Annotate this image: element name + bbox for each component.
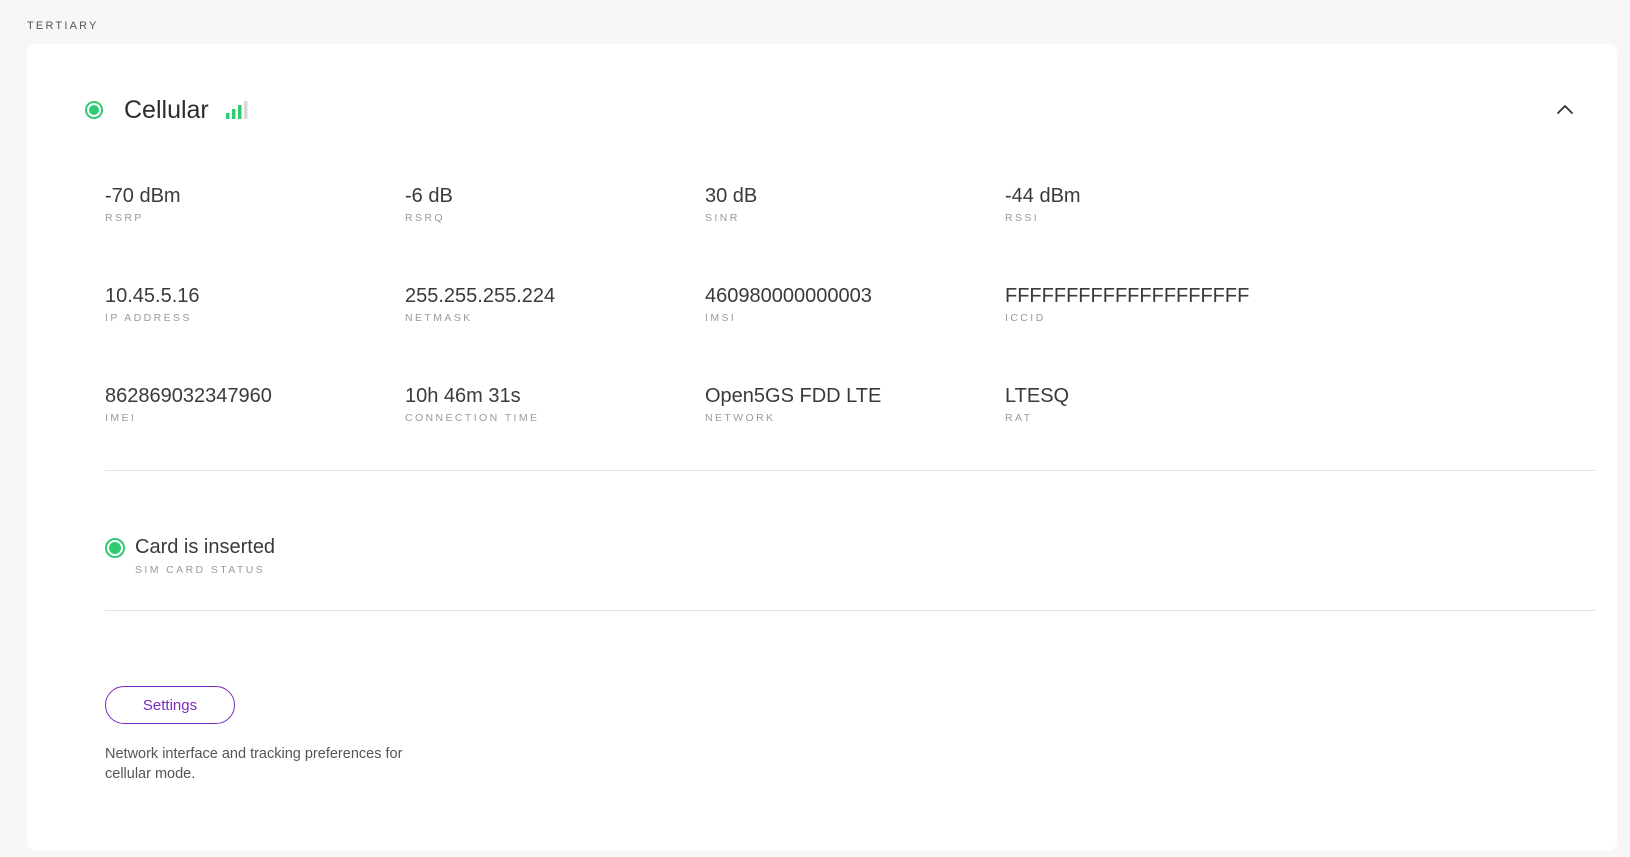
metric-label: RSRP [105, 212, 144, 224]
metric-value: -70 dBm [105, 185, 181, 207]
metric-value: 10h 46m 31s [405, 385, 521, 407]
metric-label: RSSI [1005, 212, 1040, 224]
chevron-up-icon[interactable] [1553, 98, 1577, 122]
metric-label: IMSI [705, 312, 737, 324]
metric-value: 460980000000003 [705, 285, 872, 307]
metric-value: FFFFFFFFFFFFFFFFFFFF [1005, 285, 1250, 307]
signal-bar-3 [237, 105, 242, 119]
sim-status-label: SIM CARD STATUS [135, 564, 266, 576]
signal-bar-1 [225, 113, 230, 119]
metrics-grid: -70 dBm RSRP -6 dB RSRQ 30 dB SINR -44 d… [105, 184, 1305, 484]
metric-value: LTESQ [1005, 385, 1070, 407]
metric-rsrp: -70 dBm RSRP [105, 184, 395, 224]
metric-value: Open5GS FDD LTE [705, 385, 882, 407]
metric-label: CONNECTION TIME [405, 412, 540, 424]
metric-label: ICCID [1005, 312, 1046, 324]
metric-value: 255.255.255.224 [405, 285, 556, 307]
metric-rssi: -44 dBm RSSI [1005, 184, 1295, 224]
sim-status-value: Card is inserted [135, 536, 276, 558]
metrics-row-signal: -70 dBm RSRP -6 dB RSRQ 30 dB SINR -44 d… [105, 184, 1305, 284]
card-title: Cellular [124, 95, 209, 124]
signal-bar-2 [231, 109, 236, 119]
metric-value: -6 dB [405, 185, 453, 207]
metric-network: Open5GS FDD LTE NETWORK [705, 384, 995, 424]
metrics-row-network: 10.45.5.16 IP ADDRESS 255.255.255.224 NE… [105, 284, 1305, 384]
metric-value: -44 dBm [1005, 185, 1081, 207]
metric-connection-time: 10h 46m 31s CONNECTION TIME [405, 384, 695, 424]
metric-rsrq: -6 dB RSRQ [405, 184, 695, 224]
metrics-row-device: 862869032347960 IMEI 10h 46m 31s CONNECT… [105, 384, 1305, 484]
card-header: Cellular [85, 92, 251, 128]
metric-netmask: 255.255.255.224 NETMASK [405, 284, 695, 324]
metric-label: RSRQ [405, 212, 445, 224]
metric-label: IP ADDRESS [105, 312, 192, 324]
sim-status-text: Card is inserted SIM CARD STATUS [135, 534, 275, 576]
connection-status-icon [85, 101, 103, 119]
signal-bar-4 [243, 101, 248, 119]
metric-imsi: 460980000000003 IMSI [705, 284, 995, 324]
section-label: TERTIARY [27, 20, 99, 32]
sim-status-icon [105, 538, 125, 558]
metric-sinr: 30 dB SINR [705, 184, 995, 224]
divider [105, 610, 1595, 611]
metric-iccid: FFFFFFFFFFFFFFFFFFFF ICCID [1005, 284, 1295, 324]
metric-value: 862869032347960 [105, 385, 272, 407]
metric-imei: 862869032347960 IMEI [105, 384, 395, 424]
metric-label: RAT [1005, 412, 1033, 424]
metric-ip-address: 10.45.5.16 IP ADDRESS [105, 284, 395, 324]
settings-button[interactable]: Settings [105, 686, 235, 724]
cellular-card: Cellular -70 dBm RSRP -6 dB RSRQ 30 dB S… [27, 44, 1617, 850]
metric-label: NETWORK [705, 412, 776, 424]
metric-label: SINR [705, 212, 740, 224]
metric-value: 30 dB [705, 185, 758, 207]
signal-strength-icon [225, 101, 248, 119]
settings-description: Network interface and tracking preferenc… [105, 746, 403, 782]
metric-label: IMEI [105, 412, 137, 424]
metric-rat: LTESQ RAT [1005, 384, 1295, 424]
metric-label: NETMASK [405, 312, 473, 324]
metric-value: 10.45.5.16 [105, 285, 200, 307]
divider [105, 470, 1595, 471]
sim-status: Card is inserted SIM CARD STATUS [105, 534, 275, 576]
